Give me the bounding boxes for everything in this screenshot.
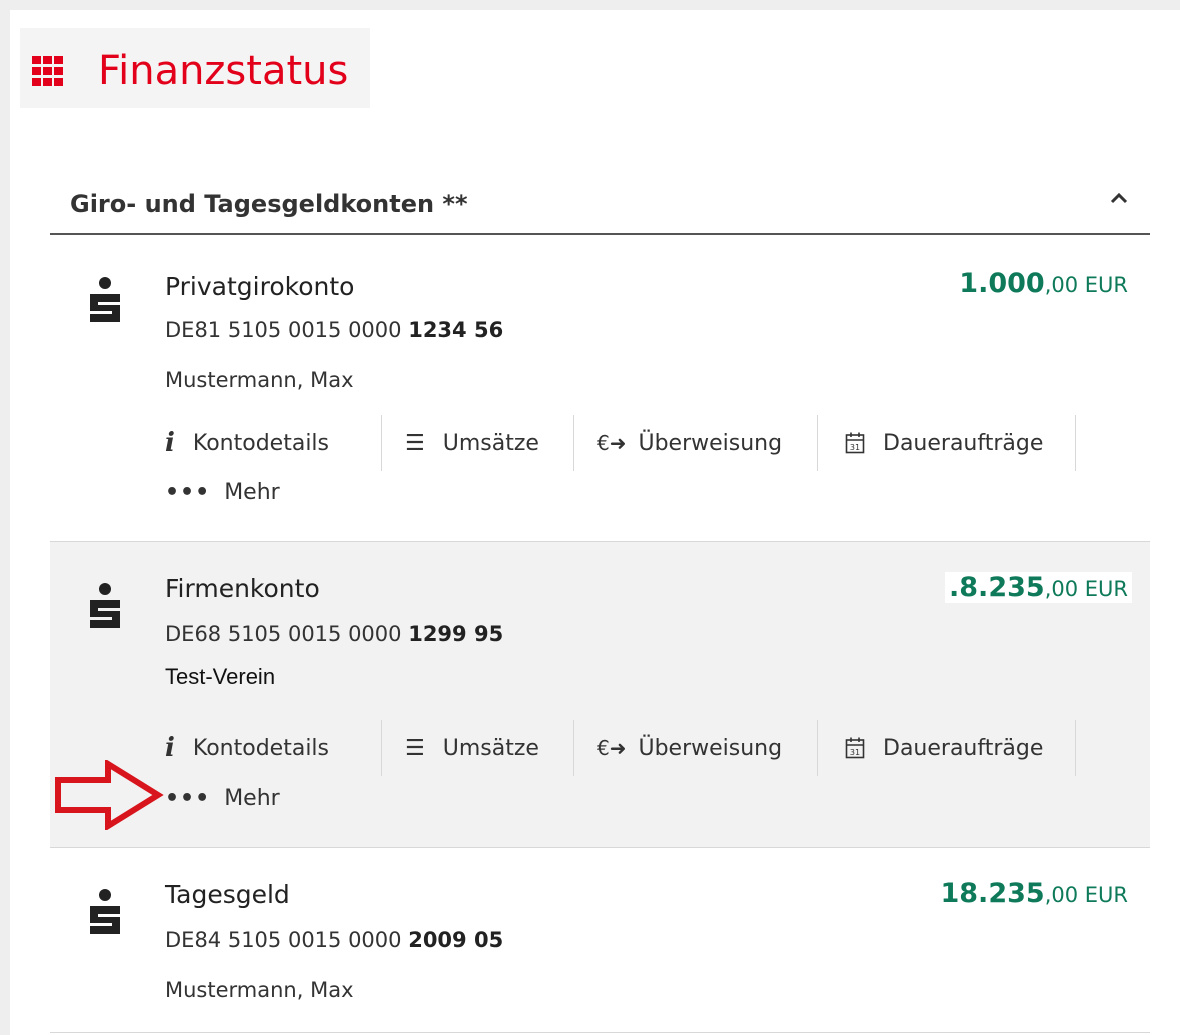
mehr-button[interactable]: ••• Mehr: [165, 786, 280, 811]
account-name[interactable]: Privatgirokonto: [165, 272, 354, 301]
account-actions: i Kontodetails ☰ Umsätze €➜ Überweisung …: [165, 720, 1095, 776]
account-iban: DE68 5105 0015 0000 1299 95: [165, 622, 503, 646]
account-balance: .8.235,00 EUR: [945, 572, 1132, 603]
action-divider: [817, 415, 818, 471]
svg-text:31: 31: [850, 748, 860, 757]
action-divider: [1075, 720, 1076, 776]
calendar-icon: 31: [845, 737, 865, 759]
info-icon: i: [165, 428, 175, 458]
dauerauftraege-button[interactable]: 31 Daueraufträge: [845, 415, 1043, 471]
euro-arrow-icon: €➜: [597, 736, 627, 760]
balance-integer: 18.235: [940, 878, 1045, 909]
account-iban: DE81 5105 0015 0000 1234 56: [165, 318, 503, 342]
ueberweisung-button[interactable]: €➜ Überweisung: [597, 415, 782, 471]
dots-icon: •••: [165, 480, 211, 505]
top-border: [0, 0, 1180, 10]
iban-suffix: 2009 05: [408, 928, 504, 952]
action-divider: [573, 720, 574, 776]
account-holder: Test-Verein: [165, 664, 276, 689]
action-divider: [573, 415, 574, 471]
list-icon: ☰: [405, 735, 425, 761]
account-holder: Mustermann, Max: [165, 978, 354, 1002]
umsaetze-label: Umsätze: [442, 735, 539, 761]
account-name[interactable]: Tagesgeld: [165, 880, 290, 909]
list-icon: ☰: [405, 430, 425, 456]
umsaetze-label: Umsätze: [442, 430, 539, 456]
balance-decimal: ,00 EUR: [1044, 273, 1128, 297]
action-divider: [1075, 415, 1076, 471]
account-privatgirokonto: Privatgirokonto 1.000,00 EUR DE81 5105 0…: [50, 258, 1150, 542]
balance-decimal: ,00 EUR: [1044, 883, 1128, 907]
balance-integer: .8.235: [949, 572, 1045, 603]
sparkasse-logo-icon: [90, 277, 120, 322]
sparkasse-logo-icon: [90, 889, 120, 934]
mehr-label: Mehr: [224, 786, 280, 811]
section-header[interactable]: Giro- und Tagesgeldkonten **: [50, 180, 1150, 235]
account-actions: i Kontodetails ☰ Umsätze €➜ Überweisung …: [165, 415, 1095, 471]
account-separator: [50, 1032, 1150, 1033]
account-balance: 1.000,00 EUR: [955, 268, 1132, 299]
iban-prefix: DE81 5105 0015 0000: [165, 318, 409, 342]
account-firmenkonto: Firmenkonto .8.235,00 EUR DE68 5105 0015…: [50, 542, 1150, 848]
dots-icon: •••: [165, 786, 211, 811]
iban-suffix: 1299 95: [408, 622, 504, 646]
umsaetze-button[interactable]: ☰ Umsätze: [405, 415, 539, 471]
dauerauftraege-label: Daueraufträge: [883, 430, 1044, 456]
ueberweisung-button[interactable]: €➜ Überweisung: [597, 720, 782, 776]
kontodetails-label: Kontodetails: [192, 735, 330, 761]
kontodetails-button[interactable]: i Kontodetails: [165, 720, 329, 776]
action-divider: [381, 415, 382, 471]
svg-text:31: 31: [850, 443, 860, 452]
account-balance: 18.235,00 EUR: [936, 878, 1132, 909]
iban-prefix: DE68 5105 0015 0000: [165, 622, 409, 646]
iban-prefix: DE84 5105 0015 0000: [165, 928, 409, 952]
account-iban: DE84 5105 0015 0000 2009 05: [165, 928, 503, 952]
mehr-label: Mehr: [224, 480, 280, 505]
section-title: Giro- und Tagesgeldkonten **: [70, 190, 468, 218]
sparkasse-logo-icon: [90, 583, 120, 628]
page-title: Finanzstatus: [98, 48, 349, 94]
mehr-button[interactable]: ••• Mehr: [165, 480, 280, 505]
chevron-up-icon[interactable]: [1110, 192, 1128, 204]
iban-suffix: 1234 56: [408, 318, 504, 342]
grid-icon: [32, 56, 63, 86]
left-border: [0, 0, 10, 1035]
euro-arrow-icon: €➜: [597, 431, 627, 455]
annotation-arrow-icon: [55, 760, 164, 830]
ueberweisung-label: Überweisung: [638, 735, 783, 761]
dauerauftraege-button[interactable]: 31 Daueraufträge: [845, 720, 1043, 776]
ueberweisung-label: Überweisung: [638, 430, 783, 456]
info-icon: i: [165, 733, 175, 763]
account-tagesgeld: Tagesgeld 18.235,00 EUR DE84 5105 0015 0…: [50, 848, 1150, 1035]
kontodetails-button[interactable]: i Kontodetails: [165, 415, 329, 471]
kontodetails-label: Kontodetails: [192, 430, 330, 456]
balance-decimal: ,00 EUR: [1044, 577, 1128, 601]
balance-integer: 1.000: [959, 268, 1045, 299]
action-divider: [381, 720, 382, 776]
calendar-icon: 31: [845, 432, 865, 454]
action-divider: [817, 720, 818, 776]
account-name[interactable]: Firmenkonto: [165, 574, 320, 603]
umsaetze-button[interactable]: ☰ Umsätze: [405, 720, 539, 776]
account-holder: Mustermann, Max: [165, 368, 354, 392]
dauerauftraege-label: Daueraufträge: [883, 735, 1044, 761]
